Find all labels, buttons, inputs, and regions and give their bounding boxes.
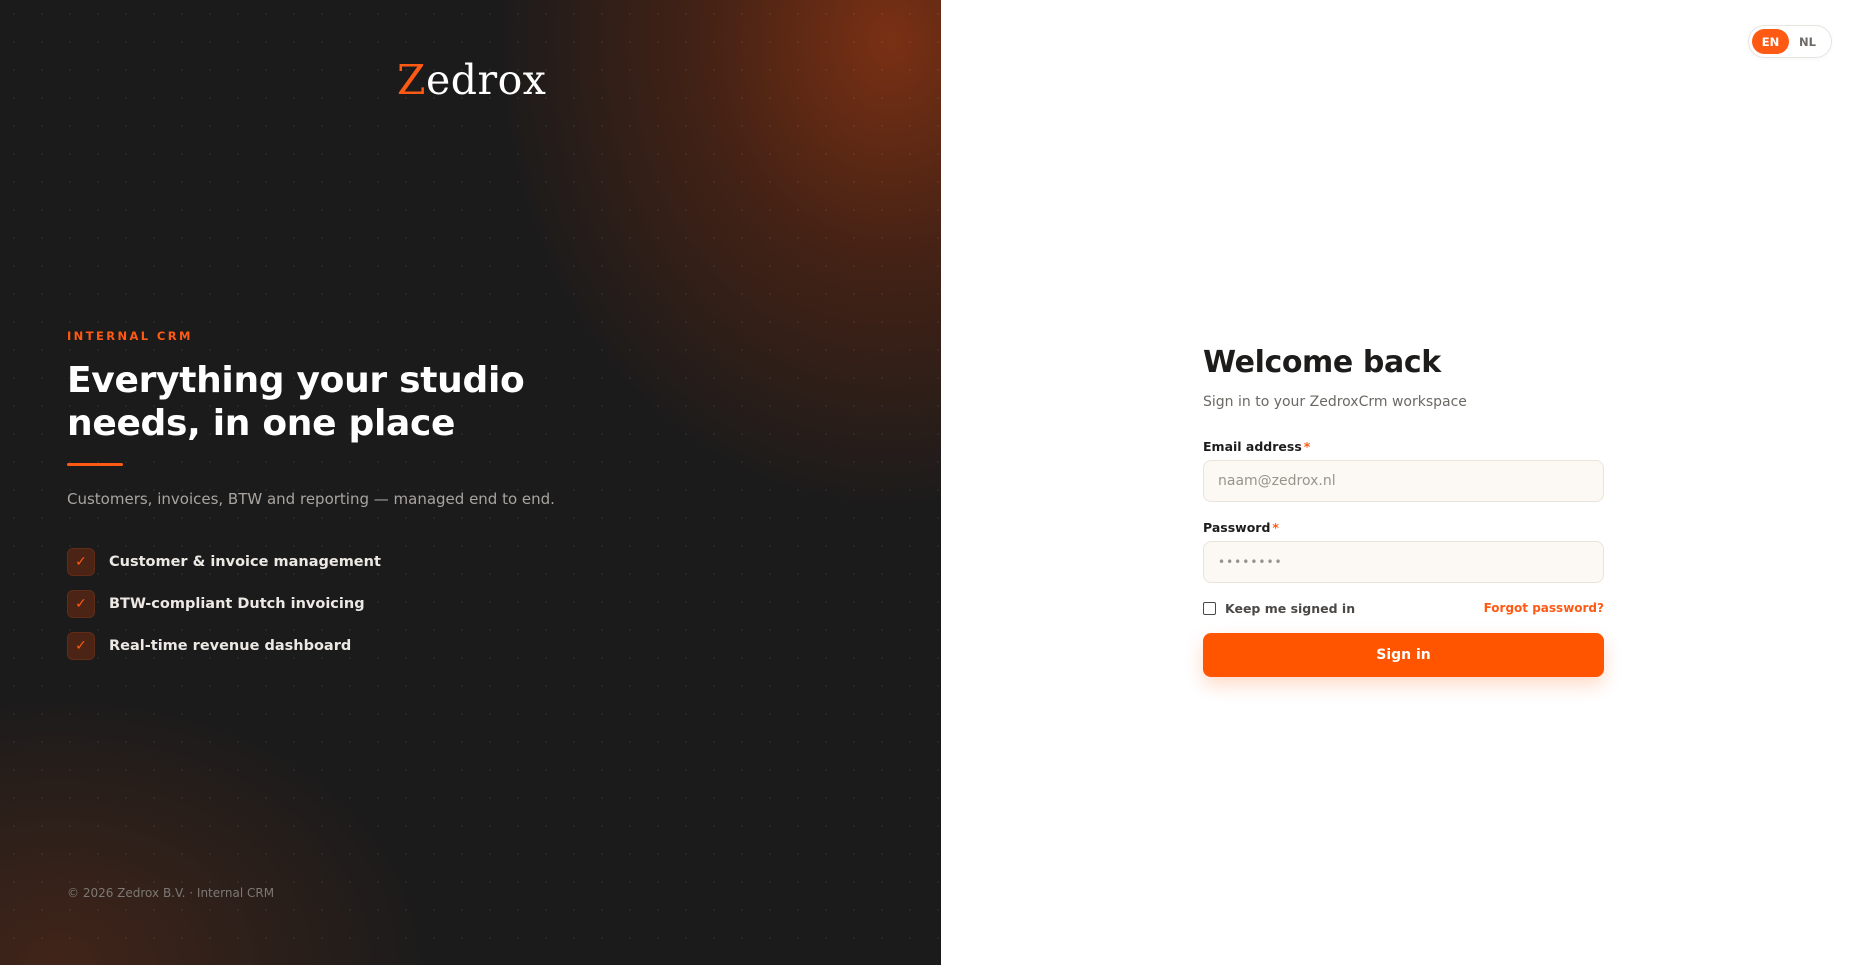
required-mark: * xyxy=(1303,439,1311,454)
password-field[interactable] xyxy=(1203,541,1604,583)
language-option-en[interactable]: EN xyxy=(1752,29,1789,54)
feature-label: BTW-compliant Dutch invoicing xyxy=(109,596,365,612)
feature-label: Real-time revenue dashboard xyxy=(109,638,352,654)
check-icon: ✓ xyxy=(67,632,95,660)
accent-divider xyxy=(67,463,123,466)
hero-subtitle: Customers, invoices, BTW and reporting —… xyxy=(67,490,555,508)
feature-list: ✓ Customer & invoice management ✓ BTW-co… xyxy=(67,548,381,674)
email-label-text: Email address xyxy=(1203,439,1302,454)
form-options-row: Keep me signed in Forgot password? xyxy=(1203,599,1604,617)
password-label-text: Password xyxy=(1203,520,1271,535)
form-title: Welcome back xyxy=(1203,345,1441,380)
login-form: Welcome back Sign in to your ZedroxCrm w… xyxy=(1203,345,1604,677)
required-mark: * xyxy=(1272,520,1279,535)
email-label: Email address * xyxy=(1203,439,1604,454)
language-switcher: EN NL xyxy=(1748,25,1832,58)
remember-checkbox[interactable] xyxy=(1203,601,1216,615)
zedrox-logo: Zedrox xyxy=(397,56,546,104)
forgot-password-link[interactable]: Forgot password? xyxy=(1484,601,1604,615)
logo-initial: Z xyxy=(397,56,426,104)
copyright-footer: © 2026 Zedrox B.V. · Internal CRM xyxy=(67,886,275,900)
remember-label[interactable]: Keep me signed in xyxy=(1225,601,1355,616)
feature-item: ✓ Real-time revenue dashboard xyxy=(67,632,381,660)
remember-me: Keep me signed in xyxy=(1203,601,1355,616)
email-field[interactable] xyxy=(1203,460,1604,502)
logo-wordmark: edrox xyxy=(426,56,547,104)
check-icon: ✓ xyxy=(67,590,95,618)
language-option-nl[interactable]: NL xyxy=(1789,29,1826,54)
sign-in-button[interactable]: Sign in xyxy=(1203,633,1604,677)
password-label: Password * xyxy=(1203,520,1604,535)
eyebrow-label: INTERNAL CRM xyxy=(67,329,193,343)
check-icon: ✓ xyxy=(67,548,95,576)
feature-label: Customer & invoice management xyxy=(109,554,381,570)
feature-item: ✓ Customer & invoice management xyxy=(67,548,381,576)
feature-item: ✓ BTW-compliant Dutch invoicing xyxy=(67,590,381,618)
brand-panel: Zedrox INTERNAL CRM Everything your stud… xyxy=(0,0,941,965)
hero-headline: Everything your studio needs, in one pla… xyxy=(67,360,525,444)
form-subtitle: Sign in to your ZedroxCrm workspace xyxy=(1203,394,1467,410)
